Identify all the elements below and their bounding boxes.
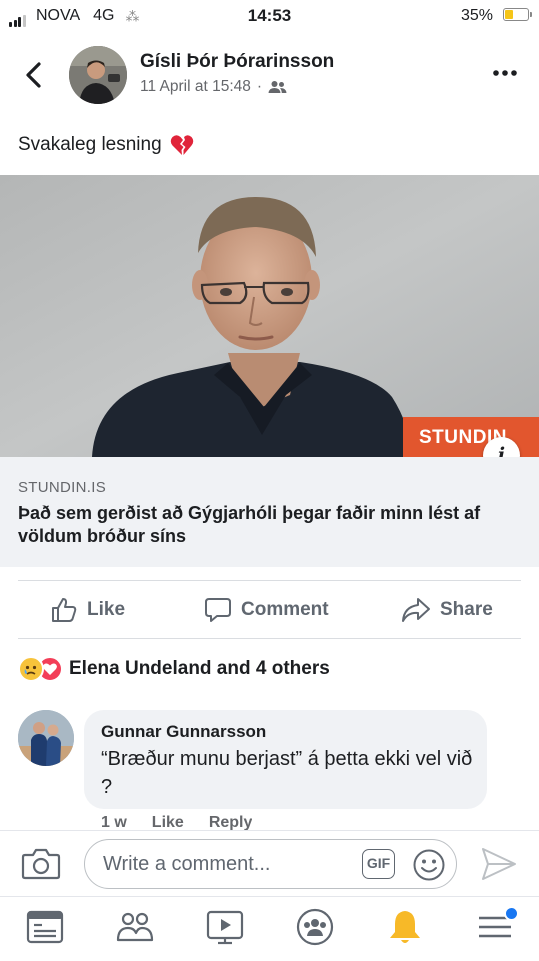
author-name[interactable]: Gísli Þór Þórarinsson bbox=[140, 51, 334, 73]
comment-button[interactable]: Comment bbox=[204, 592, 329, 628]
watch-icon[interactable] bbox=[204, 906, 246, 948]
friends-tab-icon[interactable] bbox=[114, 906, 156, 948]
like-button[interactable]: Like bbox=[50, 592, 125, 628]
comment-input[interactable] bbox=[101, 852, 355, 877]
like-label: Like bbox=[87, 599, 126, 620]
divider bbox=[18, 580, 521, 581]
more-options-icon[interactable] bbox=[492, 68, 518, 78]
reactions-summary[interactable]: Elena Undeland and 4 others bbox=[18, 656, 330, 682]
commenter-avatar[interactable] bbox=[18, 710, 74, 766]
clock: 14:53 bbox=[247, 6, 292, 25]
friends-icon bbox=[268, 81, 287, 93]
share-arrow-icon bbox=[402, 598, 430, 622]
news-feed-icon[interactable] bbox=[24, 906, 66, 948]
notifications-bell-icon[interactable] bbox=[384, 906, 426, 948]
link-headline[interactable]: Það sem gerðist að Gýgjarhóli þegar faði… bbox=[18, 502, 528, 548]
menu-notification-dot bbox=[504, 906, 519, 921]
comment-icon bbox=[205, 598, 231, 622]
thumbs-up-icon bbox=[52, 598, 77, 622]
comment-text: “Bræður munu berjast” á þetta ekki vel v… bbox=[101, 748, 473, 798]
share-button[interactable]: Share bbox=[401, 592, 493, 628]
groups-icon[interactable] bbox=[294, 906, 336, 948]
commenter-name[interactable]: Gunnar Gunnarsson bbox=[101, 722, 266, 742]
comment-label: Comment bbox=[241, 599, 329, 620]
battery-icon bbox=[503, 8, 532, 21]
emoji-icon[interactable] bbox=[412, 848, 446, 882]
gif-button[interactable]: GIF bbox=[362, 849, 395, 879]
share-label: Share bbox=[440, 599, 493, 620]
comment-input-box[interactable] bbox=[84, 839, 457, 889]
send-icon[interactable] bbox=[480, 846, 518, 882]
back-arrow-icon[interactable] bbox=[22, 60, 48, 90]
divider bbox=[18, 638, 521, 639]
sad-reaction-icon bbox=[18, 656, 44, 682]
link-preview-image[interactable] bbox=[0, 175, 539, 457]
post-timestamp[interactable]: 11 April at 15:48 bbox=[140, 78, 251, 96]
link-domain: STUNDIN.IS bbox=[18, 479, 107, 496]
author-avatar[interactable] bbox=[69, 46, 127, 104]
status-bar: NOVA 4G ⁂ 14:53 35% bbox=[0, 0, 539, 30]
reactions-text: Elena Undeland and 4 others bbox=[69, 658, 330, 679]
post-text: Svakaleg lesning bbox=[18, 134, 194, 156]
camera-icon[interactable] bbox=[21, 846, 61, 880]
post-meta: 11 April at 15:48 · bbox=[140, 78, 287, 96]
bottom-tab-bar bbox=[0, 896, 539, 961]
broken-heart-icon bbox=[170, 135, 193, 155]
meta-separator: · bbox=[256, 78, 263, 95]
battery-percent: 35% bbox=[460, 7, 493, 24]
post-message: Svakaleg lesning bbox=[18, 134, 162, 155]
